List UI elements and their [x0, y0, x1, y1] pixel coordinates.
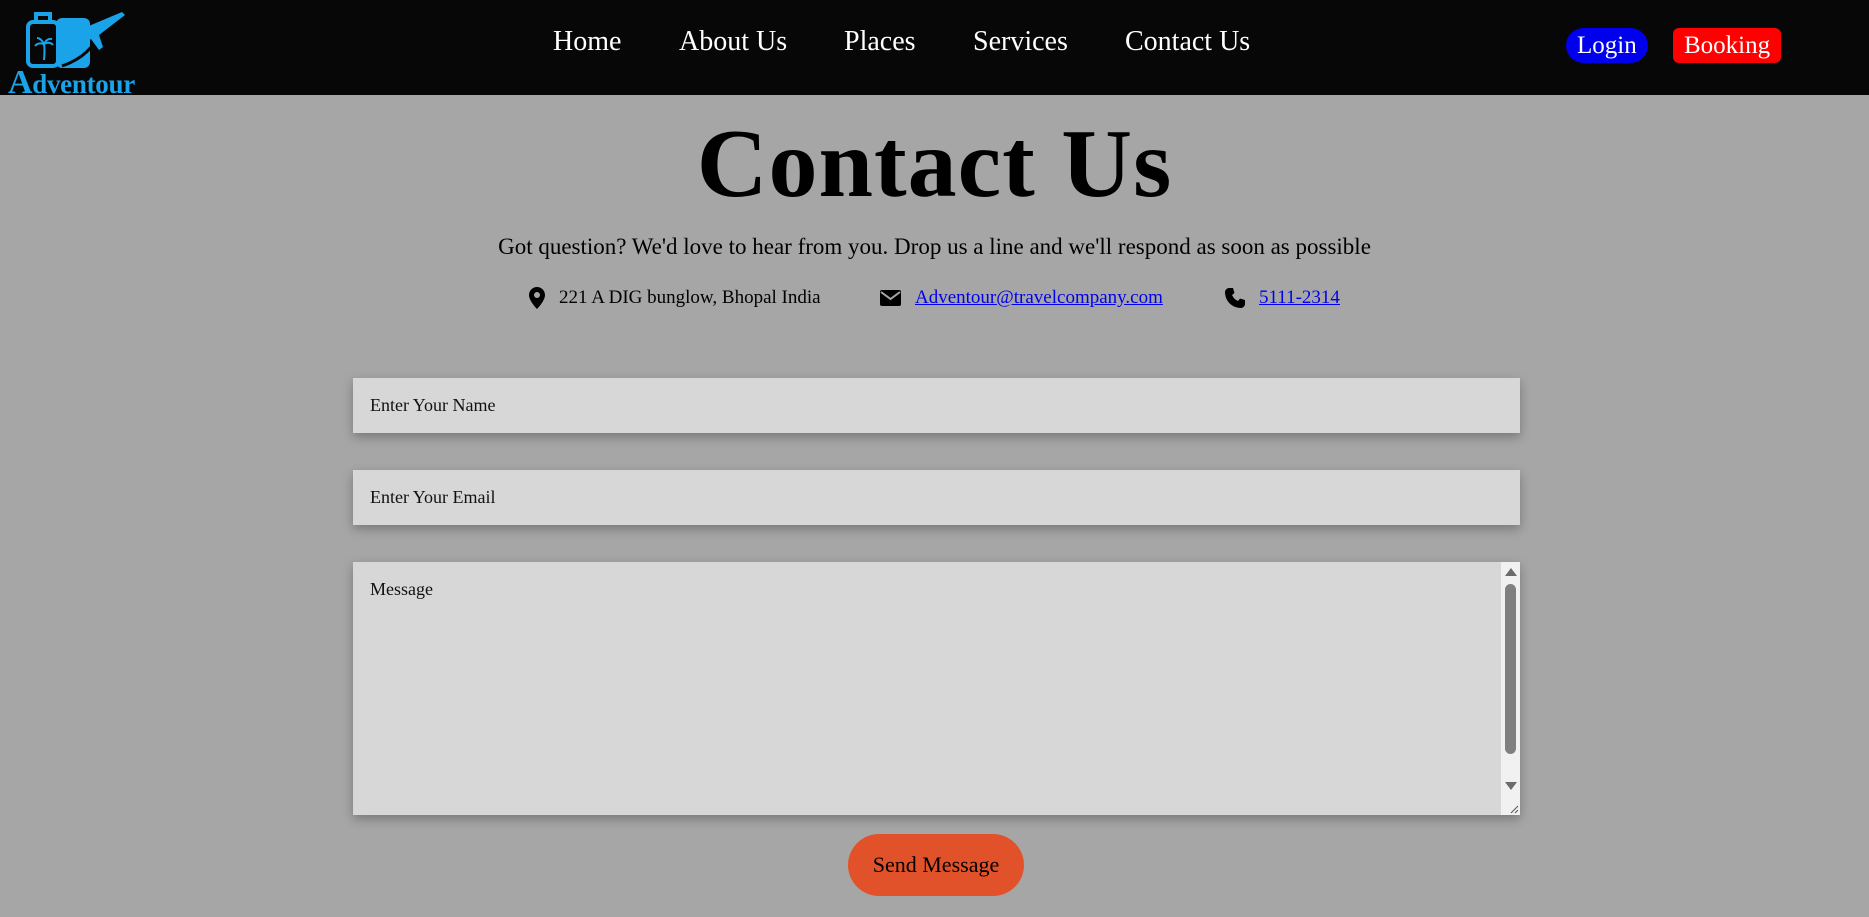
- nav-item-about-us[interactable]: About Us: [679, 26, 787, 58]
- email-field[interactable]: [353, 470, 1520, 525]
- navbar: Adventour Home About Us Places Services …: [0, 0, 1869, 101]
- name-field[interactable]: [353, 378, 1520, 433]
- page-title: Contact Us: [696, 110, 1173, 218]
- brand-initial: A: [8, 64, 33, 101]
- phone-link[interactable]: 5111-2314: [1259, 287, 1340, 309]
- send-message-button[interactable]: Send Message: [848, 834, 1024, 896]
- scroll-thumb[interactable]: [1505, 584, 1516, 754]
- brand-logo[interactable]: Adventour: [6, 8, 135, 101]
- nav-item-contact-us[interactable]: Contact Us: [1125, 26, 1250, 58]
- map-pin-icon: [529, 287, 545, 309]
- envelope-icon: [880, 290, 901, 306]
- address-info: 221 A DIG bunglow, Bhopal India: [529, 284, 821, 312]
- nav-item-services[interactable]: Services: [973, 26, 1068, 58]
- login-button[interactable]: Login: [1566, 28, 1648, 63]
- page-subtitle: Got question? We'd love to hear from you…: [498, 234, 1371, 259]
- email-info: Adventour@travelcompany.com: [880, 284, 1163, 312]
- resize-grip-icon[interactable]: [1509, 804, 1519, 814]
- brand-name: Adventour: [8, 64, 135, 102]
- address-text: 221 A DIG bunglow, Bhopal India: [559, 287, 821, 308]
- suitcase-plane-icon: [26, 12, 125, 68]
- scroll-down-arrow-icon[interactable]: [1505, 782, 1517, 790]
- phone-icon: [1225, 288, 1245, 308]
- nav-item-places[interactable]: Places: [844, 26, 916, 58]
- scroll-up-arrow-icon[interactable]: [1505, 568, 1517, 576]
- message-scrollbar[interactable]: [1501, 562, 1520, 815]
- email-link[interactable]: Adventour@travelcompany.com: [915, 287, 1163, 309]
- nav-item-home[interactable]: Home: [553, 26, 621, 58]
- booking-button[interactable]: Booking: [1673, 28, 1782, 63]
- phone-info: 5111-2314: [1225, 284, 1340, 312]
- message-field[interactable]: [353, 562, 1520, 815]
- brand-rest: dventour: [32, 69, 135, 99]
